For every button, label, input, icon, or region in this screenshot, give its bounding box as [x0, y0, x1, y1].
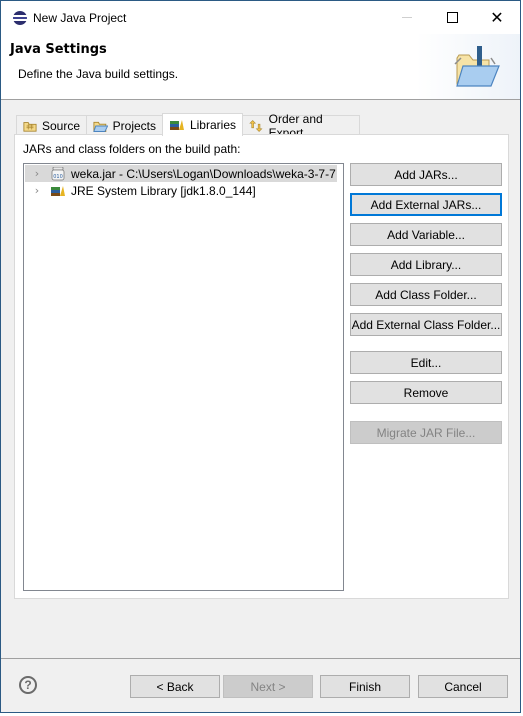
build-path-tree[interactable]: › 010 weka.jar - C:\Users\Logan\Download…	[23, 163, 344, 591]
migrate-jar-file-button: Migrate JAR File...	[350, 421, 502, 444]
library-icon	[51, 185, 65, 196]
finish-button[interactable]: Finish	[320, 675, 410, 698]
projects-folder-icon	[93, 121, 108, 132]
close-button[interactable]: ✕	[474, 1, 520, 34]
libraries-icon	[169, 120, 184, 130]
minimize-icon	[402, 17, 412, 18]
page-title: Java Settings	[10, 42, 107, 57]
title-bar[interactable]: New Java Project ✕	[1, 1, 520, 34]
source-folder-icon	[23, 121, 37, 132]
tab-source[interactable]: Source	[16, 115, 87, 135]
window-title: New Java Project	[33, 11, 127, 25]
tab-projects-label: Projects	[112, 118, 156, 133]
page-description: Define the Java build settings.	[18, 67, 179, 81]
tab-projects[interactable]: Projects	[86, 115, 163, 135]
tab-order-and-export[interactable]: Order and Export	[242, 112, 360, 140]
tab-libraries-label: Libraries	[189, 118, 236, 132]
add-external-jars-button[interactable]: Add External JARs...	[350, 193, 502, 216]
expand-chevron-icon[interactable]: ›	[30, 184, 44, 197]
add-jars-button[interactable]: Add JARs...	[350, 163, 502, 186]
tree-row-weka-jar[interactable]: › 010 weka.jar - C:\Users\Logan\Download…	[25, 165, 337, 182]
cancel-button[interactable]: Cancel	[418, 675, 508, 698]
tree-row-label: JRE System Library [jdk1.8.0_144]	[71, 183, 256, 198]
new-java-project-dialog: New Java Project ✕ Java Settings Define …	[0, 0, 521, 713]
footer-divider	[1, 658, 520, 659]
eclipse-icon	[13, 11, 27, 25]
tab-libraries[interactable]: Libraries	[162, 113, 243, 136]
minimize-button[interactable]	[384, 1, 430, 34]
order-export-icon	[249, 119, 263, 132]
tree-row-jre-system-library[interactable]: › JRE System Library [jdk1.8.0_144]	[25, 182, 256, 199]
svg-text:010: 010	[53, 174, 63, 180]
maximize-icon	[446, 12, 458, 23]
add-external-class-folder-button[interactable]: Add External Class Folder...	[350, 313, 502, 336]
build-path-label: JARs and class folders on the build path…	[23, 142, 241, 156]
tab-source-label: Source	[41, 118, 80, 133]
expand-chevron-icon[interactable]: ›	[30, 167, 44, 180]
tree-row-label: weka.jar - C:\Users\Logan\Downloads\weka…	[71, 166, 336, 181]
java-folder-wizard-icon	[454, 46, 500, 87]
edit-button[interactable]: Edit...	[350, 351, 502, 374]
next-button: Next >	[223, 675, 313, 698]
libraries-panel: JARs and class folders on the build path…	[14, 134, 509, 599]
add-library-button[interactable]: Add Library...	[350, 253, 502, 276]
help-icon[interactable]: ?	[19, 676, 37, 694]
add-variable-button[interactable]: Add Variable...	[350, 223, 502, 246]
back-button[interactable]: < Back	[130, 675, 220, 698]
close-icon: ✕	[490, 7, 504, 27]
maximize-button[interactable]	[429, 1, 475, 34]
wizard-header: Java Settings Define the Java build sett…	[1, 34, 520, 100]
jar-icon: 010	[51, 166, 65, 180]
add-class-folder-button[interactable]: Add Class Folder...	[350, 283, 502, 306]
remove-button[interactable]: Remove	[350, 381, 502, 404]
